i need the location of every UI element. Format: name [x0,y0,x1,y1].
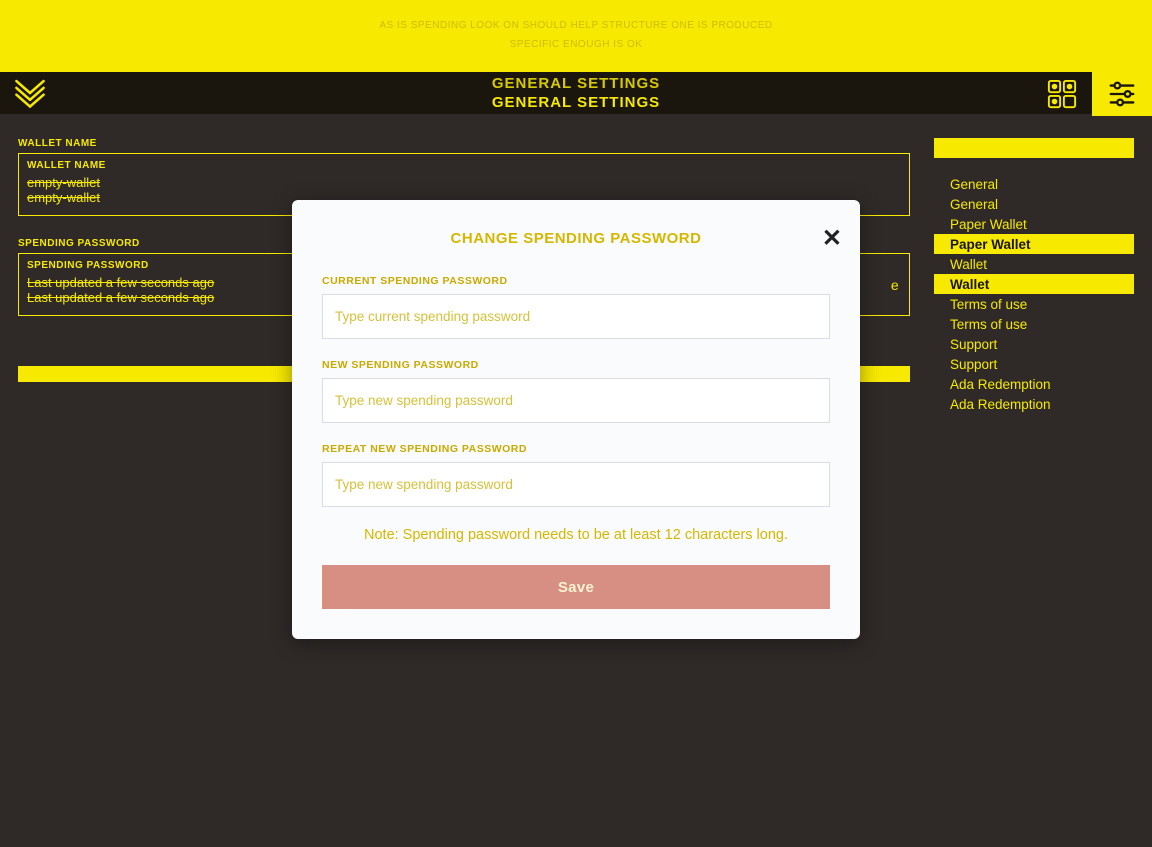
banner-line-2: SPECIFIC ENOUGH IS OK [510,35,643,54]
top-banner: AS IS SPENDING LOOK ON SHOULD HELP STRUC… [0,0,1152,70]
page-title-line-2: GENERAL SETTINGS [0,93,1152,113]
wallet-name-inner-label: WALLET NAME [27,160,901,171]
sidebar-item-support-9[interactable]: Support [934,354,1134,374]
page-title: GENERAL SETTINGS GENERAL SETTINGS [0,74,1152,113]
change-password-dialog: ✕ CHANGE SPENDING PASSWORD CURRENT SPEND… [292,200,860,639]
sidebar-item-general-0[interactable]: General [934,174,1134,194]
wallet-name-label: WALLET NAME [18,138,910,149]
header-action-group [1032,72,1152,116]
sidebar-item-ada-redemption-11[interactable]: Ada Redemption [934,394,1134,414]
sidebar-item-ada-redemption-10[interactable]: Ada Redemption [934,374,1134,394]
sidebar-header-strip [934,138,1134,158]
dialog-title: CHANGE SPENDING PASSWORD [322,230,830,247]
password-note: Note: Spending password needs to be at l… [322,527,830,543]
sidebar-item-wallet-5[interactable]: Wallet [934,274,1134,294]
current-password-label: CURRENT SPENDING PASSWORD [322,275,830,287]
wallet-grid-icon[interactable] [1032,72,1092,116]
new-password-label: NEW SPENDING PASSWORD [322,359,830,371]
sidebar-nav-list: GeneralGeneralPaper WalletPaper WalletWa… [934,174,1134,414]
wallet-name-value: empty-wallet [27,175,901,190]
settings-sidebar: GeneralGeneralPaper WalletPaper WalletWa… [934,138,1134,414]
new-password-group: NEW SPENDING PASSWORD [322,359,830,423]
change-password-link[interactable]: e [891,277,899,293]
new-password-input[interactable] [322,378,830,423]
current-password-group: CURRENT SPENDING PASSWORD [322,275,830,339]
banner-line-1: AS IS SPENDING LOOK ON SHOULD HELP STRUC… [379,16,772,35]
sidebar-item-general-1[interactable]: General [934,194,1134,214]
sidebar-item-wallet-4[interactable]: Wallet [934,254,1134,274]
save-button[interactable]: Save [322,565,830,609]
page-title-line-1: GENERAL SETTINGS [0,74,1152,94]
sidebar-item-paper-wallet-2[interactable]: Paper Wallet [934,214,1134,234]
close-icon[interactable]: ✕ [822,224,842,253]
repeat-password-label: REPEAT NEW SPENDING PASSWORD [322,443,830,455]
repeat-password-input[interactable] [322,462,830,507]
app-header: GENERAL SETTINGS GENERAL SETTINGS [0,70,1152,114]
sidebar-item-terms-of-use-6[interactable]: Terms of use [934,294,1134,314]
current-password-input[interactable] [322,294,830,339]
settings-sliders-icon[interactable] [1092,72,1152,116]
repeat-password-group: REPEAT NEW SPENDING PASSWORD [322,443,830,507]
sidebar-item-paper-wallet-3[interactable]: Paper Wallet [934,234,1134,254]
sidebar-item-terms-of-use-7[interactable]: Terms of use [934,314,1134,334]
sidebar-item-support-8[interactable]: Support [934,334,1134,354]
